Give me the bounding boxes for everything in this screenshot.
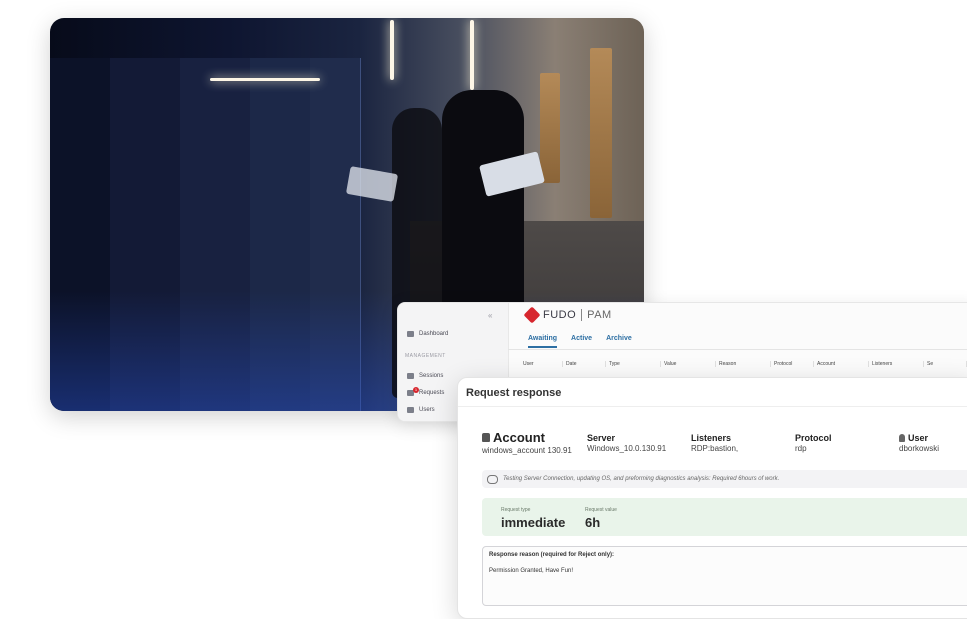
brand-divider [581, 309, 583, 321]
brand-logo: FUDO PAM [523, 306, 612, 324]
request-comment: Testing Server Connection, updating OS, … [482, 470, 967, 488]
requests-icon: 1 [407, 387, 419, 396]
sidebar-item-requests[interactable]: 1 Requests [407, 387, 445, 396]
column-header-server[interactable]: Se [924, 361, 967, 367]
listeners-label: Listeners [691, 433, 732, 443]
requests-badge: 1 [413, 387, 419, 393]
user-label: User [899, 433, 939, 443]
corridor-door [590, 48, 612, 218]
account-info: Account windows_account 130.91 [482, 430, 572, 455]
column-header-user[interactable]: User [520, 361, 563, 367]
tab-awaiting[interactable]: Awaiting [528, 335, 558, 348]
ceiling-light [210, 78, 320, 81]
column-header-listeners[interactable]: Listeners [869, 361, 924, 367]
protocol-label: Protocol [795, 433, 832, 443]
request-type-value: immediate [501, 515, 566, 530]
server-value: Windows_10.0.130.91 [587, 444, 667, 453]
response-reason-field[interactable]: Response reason (required for Reject onl… [482, 546, 967, 606]
request-type: Request type immediate [501, 507, 565, 530]
sidebar-item-label: Sessions [419, 373, 444, 379]
request-tabs: Awaiting Active Archive [528, 335, 632, 348]
request-summary: Request type immediate Request value 6h [482, 498, 967, 536]
column-header-reason[interactable]: Reason [716, 361, 771, 367]
tab-archive[interactable]: Archive [606, 335, 632, 348]
dashboard-icon [407, 331, 414, 337]
database-icon [482, 433, 490, 442]
user-label-text: User [908, 433, 929, 443]
tab-active[interactable]: Active [571, 335, 592, 348]
response-reason-input[interactable]: Permission Granted, Have Fun! [489, 568, 573, 574]
brand-name: FUDO [543, 309, 577, 321]
sidebar-item-label: Users [419, 407, 435, 413]
column-header-date[interactable]: Date [563, 361, 606, 367]
ceiling-light [390, 20, 394, 80]
request-value-label: Request value [585, 507, 617, 513]
account-label: Account [482, 430, 572, 445]
column-header-protocol[interactable]: Protocol [771, 361, 814, 367]
tabs-divider [508, 349, 967, 350]
column-header-type[interactable]: Type [606, 361, 661, 367]
protocol-info: Protocol rdp [795, 433, 832, 453]
protocol-value: rdp [795, 444, 807, 453]
user-value: dborkowski [899, 444, 940, 453]
listeners-info: Listeners RDP:bastion, [691, 433, 738, 453]
user-info: User dborkowski [899, 433, 939, 453]
account-label-text: Account [493, 430, 545, 445]
comment-icon [487, 474, 498, 484]
request-value-value: 6h [585, 515, 601, 530]
fudo-logo-icon [523, 306, 541, 324]
modal-divider [458, 406, 967, 407]
sessions-icon [407, 373, 414, 379]
sidebar-item-users[interactable]: Users [407, 407, 435, 413]
server-info: Server Windows_10.0.130.91 [587, 433, 666, 453]
sidebar-item-label: Requests [419, 390, 445, 396]
table-header: User Date Type Value Reason Protocol Acc… [520, 361, 967, 367]
users-icon [407, 407, 414, 413]
server-label: Server [587, 433, 616, 443]
column-header-account[interactable]: Account [814, 361, 869, 367]
request-type-label: Request type [501, 507, 531, 513]
user-icon [899, 434, 905, 442]
sidebar-section-title: MANAGEMENT [405, 353, 446, 359]
listeners-value: RDP:bastion, [691, 444, 739, 453]
request-value: Request value 6h [585, 507, 617, 530]
brand-product: PAM [587, 309, 612, 321]
modal-title: Request response [466, 387, 562, 399]
sidebar-item-label: Dashboard [419, 331, 449, 337]
sidebar-item-dashboard[interactable]: Dashboard [407, 331, 448, 337]
sidebar-item-sessions[interactable]: Sessions [407, 373, 443, 379]
account-value: windows_account 130.91 [482, 446, 572, 455]
column-header-value[interactable]: Value [661, 361, 716, 367]
comment-text: Testing Server Connection, updating OS, … [503, 476, 780, 482]
response-reason-label: Response reason (required for Reject onl… [489, 552, 615, 558]
collapse-sidebar-icon[interactable]: « [488, 311, 492, 320]
corridor-door [540, 73, 560, 183]
ceiling-light [470, 20, 474, 90]
request-response-modal: Request response Account windows_account… [457, 377, 967, 619]
